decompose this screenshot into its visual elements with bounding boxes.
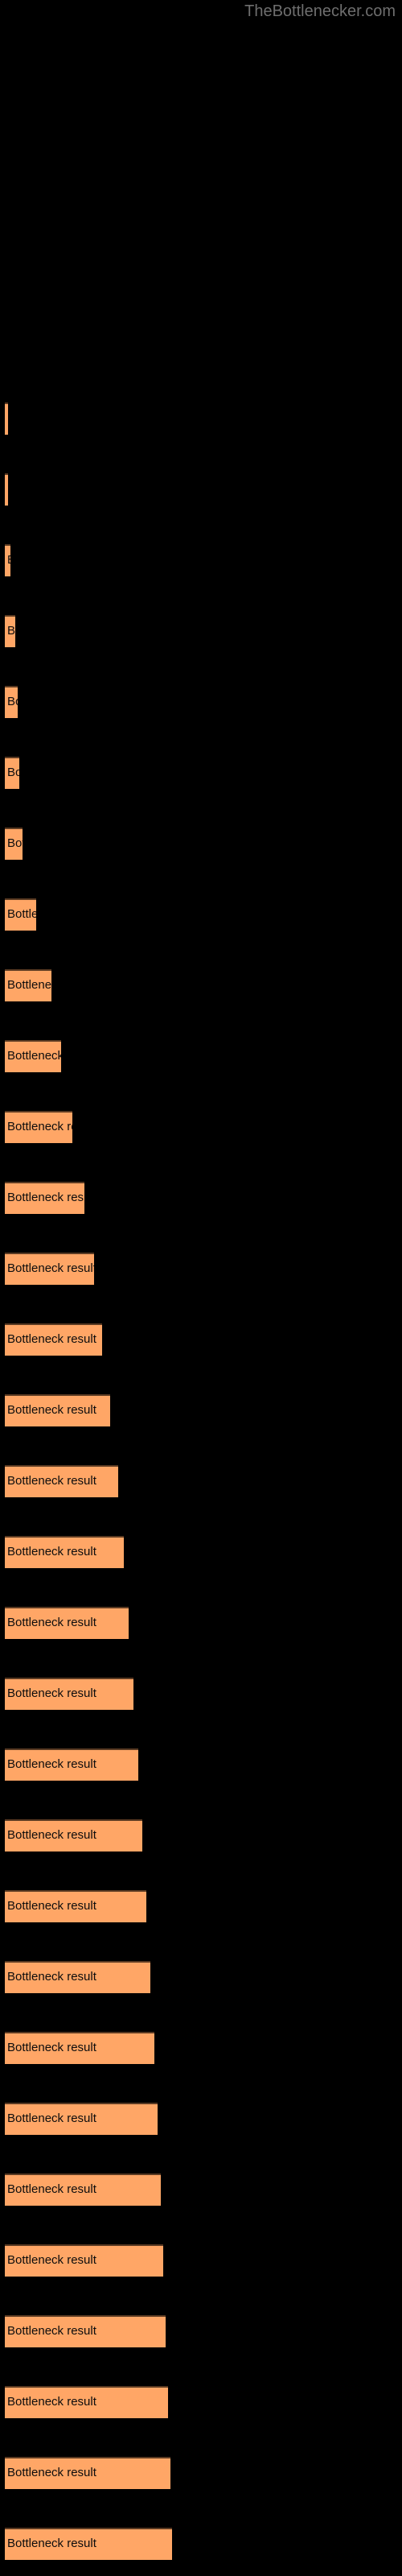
bar-row: Bottleneck result <box>0 1040 402 1072</box>
bar-row: Bottleneck result <box>0 615 402 647</box>
bar-row: Bottleneck result <box>0 1394 402 1426</box>
bar-row: Bottleneck result <box>0 1182 402 1214</box>
bar-label: Bottleneck result <box>7 2395 96 2409</box>
bar-row: Bottleneck result <box>0 757 402 789</box>
bar-row: Bottleneck result <box>0 1465 402 1497</box>
bar-label: Bottleneck result <box>7 1616 96 1629</box>
bar-label: Bottleneck result <box>7 2041 96 2054</box>
bar[interactable]: Bottleneck result <box>5 1182 84 1214</box>
bar-row: Bottleneck result <box>0 686 402 718</box>
bar-label: Bottleneck result <box>7 411 8 425</box>
bar-chart-plot-area: Bottleneck result Bottleneck result Bottle… <box>0 0 402 2576</box>
bar-row: Bottleneck result <box>0 402 402 435</box>
bar-label: Bottleneck result <box>7 2324 96 2338</box>
bar-row: Bottleneck result <box>0 2315 402 2347</box>
bar-row: Bottleneck result <box>0 1819 402 1852</box>
bar-label: Bottleneck result <box>7 978 51 992</box>
bar[interactable]: Bottleneck result <box>5 2457 170 2489</box>
bar[interactable]: Bottleneck result <box>5 1465 118 1497</box>
bar-row: Bottleneck result <box>0 828 402 860</box>
bar[interactable]: Bottleneck result <box>5 1394 110 1426</box>
bar-row: Bottleneck result <box>0 969 402 1001</box>
bar[interactable]: Bottleneck result <box>5 2174 161 2206</box>
bar-label: Bottleneck result <box>7 1545 96 1558</box>
bar-label: Bottleneck result <box>7 1403 96 1417</box>
bar-label: Bottleneck result <box>7 624 15 638</box>
bar-row: Bottleneck result <box>0 1890 402 1922</box>
bar-row: Bottleneck result <box>0 1678 402 1710</box>
bar-label: Bottleneck result <box>7 695 18 708</box>
bar-label: Bottleneck result <box>7 1757 96 1771</box>
bar[interactable]: Bottleneck result <box>5 1607 129 1639</box>
bar-row: Bottleneck result <box>0 2386 402 2418</box>
bar-row: Bottleneck result <box>0 1961 402 1993</box>
bar-row: Bottleneck result <box>0 2457 402 2489</box>
bar-label: Bottleneck result <box>7 1049 61 1063</box>
bar[interactable]: Bottleneck result <box>5 1040 61 1072</box>
bar-label: Bottleneck result <box>7 2537 96 2550</box>
bar[interactable]: Bottleneck result <box>5 2528 172 2560</box>
bar-label: Bottleneck result <box>7 766 19 779</box>
bar[interactable]: Bottleneck result <box>5 1536 124 1568</box>
bar-row: Bottleneck result <box>0 1607 402 1639</box>
bar-label: Bottleneck result <box>7 1261 94 1275</box>
bar[interactable]: Bottleneck result <box>5 898 36 931</box>
bar-row: Bottleneck result <box>0 1111 402 1143</box>
bar-label: Bottleneck result <box>7 1828 96 1842</box>
bar-row: Bottleneck result <box>0 898 402 931</box>
bar[interactable]: Bottleneck result <box>5 1111 72 1143</box>
bar[interactable]: Bottleneck result <box>5 615 15 647</box>
bar-label: Bottleneck result <box>7 2466 96 2479</box>
bar[interactable]: Bottleneck result <box>5 2244 163 2277</box>
bar-label: Bottleneck result <box>7 553 10 567</box>
bar-row: Bottleneck result <box>0 2174 402 2206</box>
bar[interactable]: Bottleneck result <box>5 1748 138 1781</box>
bar-row: Bottleneck result <box>0 1536 402 1568</box>
bar-label: Bottleneck result <box>7 2112 96 2125</box>
bar-label: Bottleneck result <box>7 1332 96 1346</box>
bar[interactable]: Bottleneck result <box>5 544 10 576</box>
bar-row: Bottleneck result <box>0 544 402 576</box>
bar[interactable]: Bottleneck result <box>5 1678 133 1710</box>
bar-row: Bottleneck result <box>0 473 402 506</box>
bar-label: Bottleneck result <box>7 482 8 496</box>
bar[interactable]: Bottleneck result <box>5 1890 146 1922</box>
bar-row: Bottleneck result <box>0 2528 402 2560</box>
bar-row: Bottleneck result <box>0 1323 402 1356</box>
bar[interactable]: Bottleneck result <box>5 402 8 435</box>
bar-label: Bottleneck result <box>7 1120 72 1133</box>
bar[interactable]: Bottleneck result <box>5 2103 158 2135</box>
bar-label: Bottleneck result <box>7 1899 96 1913</box>
bar[interactable]: Bottleneck result <box>5 2315 166 2347</box>
bar-row: Bottleneck result <box>0 1748 402 1781</box>
bar-row: Bottleneck result <box>0 2032 402 2064</box>
bar-row: Bottleneck result <box>0 2103 402 2135</box>
bar[interactable]: Bottleneck result <box>5 686 18 718</box>
bar-label: Bottleneck result <box>7 2182 96 2196</box>
bar-label: Bottleneck result <box>7 836 23 850</box>
bar[interactable]: Bottleneck result <box>5 828 23 860</box>
bar[interactable]: Bottleneck result <box>5 969 51 1001</box>
bar[interactable]: Bottleneck result <box>5 2386 168 2418</box>
bar-row: Bottleneck result <box>0 2244 402 2277</box>
bar[interactable]: Bottleneck result <box>5 1323 102 1356</box>
bar[interactable]: Bottleneck result <box>5 2032 154 2064</box>
bar-label: Bottleneck result <box>7 1686 96 1700</box>
bar-row: Bottleneck result <box>0 1253 402 1285</box>
bottleneck-chart-page: TheBottlenecker.com Bottleneck resultBot… <box>0 0 402 2576</box>
bar-label: Bottleneck result <box>7 2253 96 2267</box>
bar[interactable]: Bottleneck result <box>5 1819 142 1852</box>
bar[interactable]: Bottleneck result <box>5 1253 94 1285</box>
bar[interactable]: Bottleneck result <box>5 757 19 789</box>
bar-label: Bottleneck result <box>7 907 36 921</box>
bar[interactable]: Bottleneck result <box>5 1961 150 1993</box>
bar-label: Bottleneck result <box>7 1474 96 1488</box>
bar[interactable]: Bottleneck result <box>5 473 8 506</box>
bar-label: Bottleneck result <box>7 1970 96 1984</box>
bar-label: Bottleneck result <box>7 1191 84 1204</box>
